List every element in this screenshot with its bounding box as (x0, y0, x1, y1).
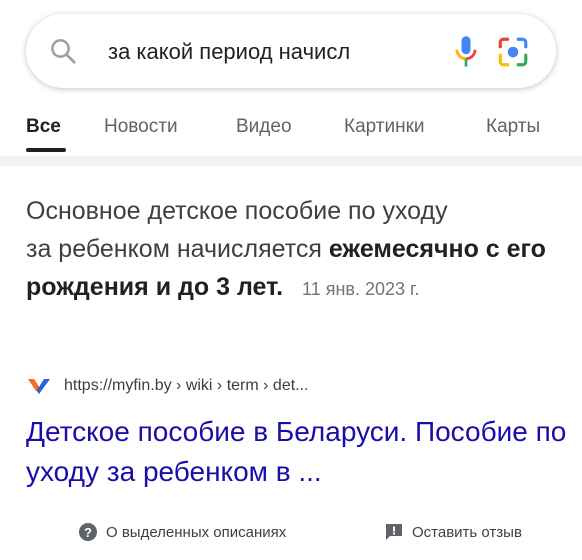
tab-images[interactable]: Картинки (344, 116, 425, 138)
tab-news[interactable]: Новости (104, 116, 178, 138)
google-lens-icon[interactable] (496, 36, 530, 68)
help-icon: ? (79, 523, 97, 541)
about-snippets-label: О выделенных описаниях (106, 523, 287, 541)
search-bar[interactable]: за какой период начисл (26, 14, 556, 88)
snippet-text-line2: за ребенком начисляется (26, 235, 322, 263)
section-divider (0, 156, 582, 166)
tab-maps[interactable]: Карты (486, 116, 540, 138)
search-icon[interactable] (48, 36, 78, 66)
svg-text:?: ? (84, 525, 92, 540)
feedback-icon (386, 524, 402, 540)
snippet-text-line1: Основное детское пособие по уходу (26, 197, 448, 225)
active-tab-indicator (26, 148, 66, 152)
feedback-link[interactable]: Оставить отзыв (384, 522, 522, 542)
tab-all[interactable]: Все (26, 116, 61, 138)
snippet-footer: ? О выделенных описаниях Оставить отзыв (0, 518, 582, 548)
snippet-date: 11 янв. 2023 г. (302, 279, 420, 299)
search-tabs: Все Новости Видео Картинки Карты (0, 108, 582, 158)
result-source[interactable]: https://myfin.by › wiki › term › det... (26, 374, 309, 398)
featured-snippet: Основное детское пособие по уходу за реб… (26, 192, 566, 308)
snippet-bold-period: . (276, 273, 284, 301)
microphone-icon[interactable] (452, 34, 480, 70)
about-snippets-link[interactable]: ? О выделенных описаниях (78, 522, 286, 542)
result-title-link[interactable]: Детское пособие в Беларуси. Пособие по у… (26, 412, 571, 492)
myfin-logo-icon (28, 379, 50, 394)
search-input[interactable]: за какой период начисл (108, 38, 428, 66)
result-breadcrumb[interactable]: https://myfin.by › wiki › term › det... (64, 377, 309, 395)
tab-video[interactable]: Видео (236, 116, 292, 138)
feedback-label: Оставить отзыв (412, 523, 522, 541)
